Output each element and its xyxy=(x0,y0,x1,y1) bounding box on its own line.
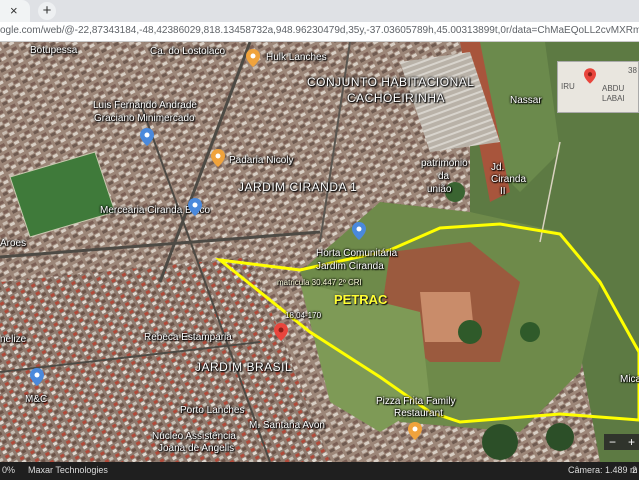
status-extra: 2 xyxy=(632,465,638,475)
map-label: Hulk Lanches xyxy=(266,52,327,63)
map-label: M. Santana Avon xyxy=(249,420,325,431)
map-label: Pizza Frita Family xyxy=(376,396,456,407)
close-tab-icon[interactable]: × xyxy=(10,2,18,20)
map-label: Jd. xyxy=(491,162,505,173)
blue-place-pin-icon[interactable] xyxy=(352,222,366,240)
map-label: Jardim Ciranda xyxy=(316,261,384,272)
map-label: Ca. do Lostolaco xyxy=(150,46,226,57)
url-text[interactable]: ogle.com/web/@-22,87343184,-48,42386029,… xyxy=(0,25,639,36)
address-bar[interactable]: ogle.com/web/@-22,87343184,-48,42386029,… xyxy=(0,22,639,42)
map-label: Graciano Minimercado xyxy=(94,113,195,124)
map-label: Horta Comunitária xyxy=(316,248,398,259)
blue-place-pin-icon[interactable] xyxy=(140,128,154,146)
map-label: Núcleo Assistência xyxy=(152,431,236,442)
zoom-out-button[interactable]: − xyxy=(609,434,616,450)
map-label: união xyxy=(427,184,452,195)
neighborhood-label: JARDIM BRASIL xyxy=(195,360,293,374)
map-label: Rebeca Estamparia xyxy=(144,332,232,343)
browser-tab-bar: × + xyxy=(0,0,639,22)
orange-place-pin-icon[interactable] xyxy=(211,149,225,167)
map-status-bar: 0% Maxar Technologies Câmera: 1.489 m 2 xyxy=(0,462,639,480)
inset-label: LABAI xyxy=(602,94,625,103)
inset-label: 38 xyxy=(628,66,637,75)
satellite-map[interactable]: Botupessa Ca. do Lostolaco Hulk Lanches … xyxy=(0,42,639,462)
map-label: Padaria Nicoly xyxy=(229,155,294,166)
map-label: da xyxy=(438,171,450,182)
property-label: PETRAC xyxy=(334,292,388,307)
parcel-label: matricula 30.447 2º CRI xyxy=(277,278,362,287)
zoom-controls: − + xyxy=(604,434,639,450)
map-label: nelize xyxy=(0,334,27,345)
map-label: patrimonio xyxy=(421,158,468,169)
blue-place-pin-icon[interactable] xyxy=(188,198,202,216)
map-label: M&C xyxy=(25,394,48,405)
imagery-provider: Maxar Technologies xyxy=(28,465,108,475)
new-tab-button[interactable]: + xyxy=(38,2,56,20)
map-label: Ciranda xyxy=(491,174,527,185)
map-label: Joana de Angelis xyxy=(158,443,235,454)
orange-place-pin-icon[interactable] xyxy=(246,49,260,67)
browser-tab[interactable]: × xyxy=(0,0,30,22)
zoom-in-button[interactable]: + xyxy=(628,434,635,450)
neighborhood-label: CONJUNTO HABITACIONAL xyxy=(307,75,475,89)
blue-place-pin-icon[interactable] xyxy=(30,368,44,386)
map-label: Nassar xyxy=(510,95,542,106)
map-label: Restaurant xyxy=(394,408,443,419)
screenshot-frame: × + ogle.com/web/@-22,87343184,-48,42386… xyxy=(0,0,639,480)
inset-label: ABDU xyxy=(602,84,625,93)
camera-altitude: Câmera: 1.489 m xyxy=(568,465,638,475)
map-label: Botupessa xyxy=(30,45,78,56)
map-label: 18,04-170 xyxy=(285,311,322,320)
map-label: Mica xyxy=(620,374,639,385)
map-label: II xyxy=(500,186,506,197)
map-label: Porto Lanches xyxy=(180,405,245,416)
neighborhood-label: CACHOEIRINHA xyxy=(347,91,446,105)
inset-label: IRU xyxy=(561,82,575,91)
map-label: Aroes xyxy=(0,238,27,249)
map-label: Luis Fernando Andrade xyxy=(93,100,197,111)
inset-location-pin-icon xyxy=(584,68,596,84)
scale-readout: 0% xyxy=(2,465,16,475)
red-location-pin-icon[interactable] xyxy=(274,323,288,341)
neighborhood-label: JARDIM CIRANDA 1 xyxy=(238,180,358,194)
orange-place-pin-icon[interactable] xyxy=(408,422,422,440)
overview-inset-map[interactable]: IRU ABDU LABAI 38 xyxy=(557,61,639,113)
